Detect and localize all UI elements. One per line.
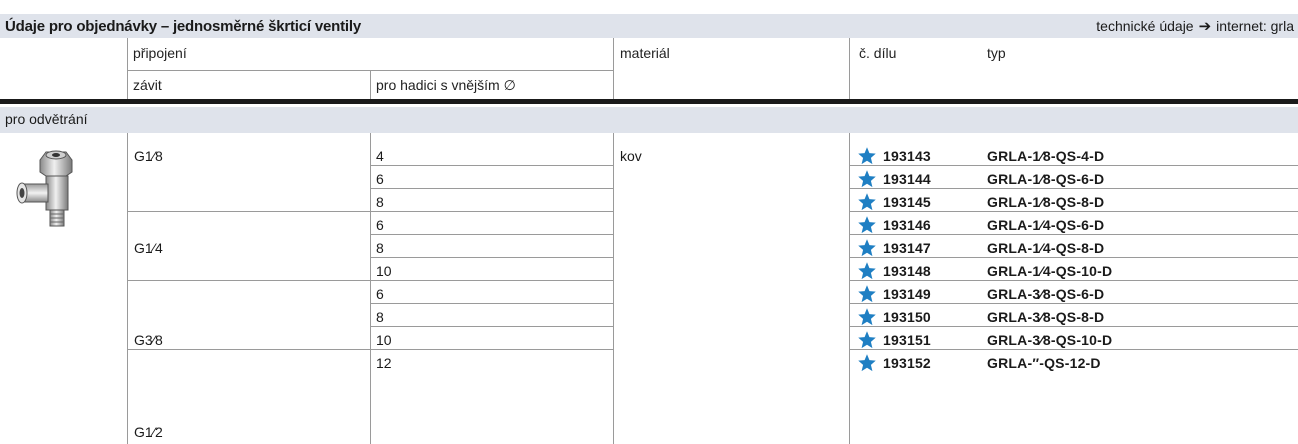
star-icon [858, 147, 876, 165]
part-number: 193143 [883, 148, 931, 164]
hose-diameter: 10 [376, 332, 392, 348]
divider [849, 257, 1298, 258]
part-number: 193149 [883, 286, 931, 302]
part-number: 193144 [883, 171, 931, 187]
divider [370, 133, 371, 444]
header-rule [0, 99, 1298, 104]
reference-prefix: technické údaje [1096, 18, 1194, 34]
part-number: 193152 [883, 355, 931, 371]
type-code: GRLA-1⁄4-QS-6-D [987, 217, 1105, 233]
col-connection: připojení [133, 45, 187, 61]
part-number: 193145 [883, 194, 931, 210]
type-code: GRLA-1⁄8-QS-8-D [987, 194, 1105, 210]
divider [370, 280, 613, 281]
divider [849, 38, 850, 99]
reference-link[interactable]: technické údaje ➔ internet: grla [1096, 17, 1294, 35]
divider [849, 349, 1298, 350]
part-number: 193146 [883, 217, 931, 233]
type-code: GRLA-1⁄4-QS-8-D [987, 240, 1105, 256]
star-icon [858, 239, 876, 257]
arrow-right-icon: ➔ [1198, 18, 1212, 35]
hose-diameter: 8 [376, 194, 384, 210]
divider [849, 211, 1298, 212]
thread-label: G1⁄2 [134, 424, 163, 440]
divider [127, 133, 128, 444]
col-type: typ [987, 45, 1006, 61]
divider [613, 133, 614, 444]
divider [849, 133, 850, 444]
divider [370, 70, 371, 99]
divider [370, 234, 613, 235]
thread-label: G1⁄8 [134, 148, 163, 164]
divider [370, 188, 613, 189]
divider [370, 165, 613, 166]
material-value: kov [620, 148, 642, 164]
col-thread: závit [133, 77, 162, 93]
hose-diameter: 8 [376, 240, 384, 256]
divider [370, 303, 613, 304]
type-code: GRLA-1⁄8-QS-6-D [987, 171, 1105, 187]
star-icon [858, 331, 876, 349]
type-code: GRLA-1⁄4-QS-10-D [987, 263, 1113, 279]
divider [127, 70, 613, 71]
col-part-no: č. dílu [859, 45, 897, 61]
hose-diameter: 4 [376, 148, 384, 164]
type-code: GRLA-″-QS-12-D [987, 355, 1101, 371]
divider [849, 165, 1298, 166]
group-row: pro odvětrání [0, 107, 1298, 133]
divider [613, 38, 614, 99]
divider [849, 234, 1298, 235]
type-code: GRLA-1⁄8-QS-4-D [987, 148, 1105, 164]
divider [370, 349, 613, 350]
divider [849, 303, 1298, 304]
part-number: 193151 [883, 332, 931, 348]
hose-diameter: 8 [376, 309, 384, 325]
title-bar: Údaje pro objednávky – jednosměrné škrti… [0, 14, 1298, 38]
col-material: materiál [620, 45, 670, 61]
hose-diameter: 12 [376, 355, 392, 371]
divider [127, 349, 370, 350]
part-number: 193147 [883, 240, 931, 256]
group-label: pro odvětrání [5, 111, 88, 127]
divider [370, 211, 613, 212]
star-icon [858, 193, 876, 211]
hose-diameter: 10 [376, 263, 392, 279]
divider [849, 188, 1298, 189]
divider [849, 326, 1298, 327]
ordering-data-sheet: Údaje pro objednávky – jednosměrné škrti… [0, 0, 1298, 444]
part-number: 193150 [883, 309, 931, 325]
divider [127, 38, 128, 99]
divider [370, 326, 613, 327]
divider [849, 280, 1298, 281]
star-icon [858, 354, 876, 372]
page-title: Údaje pro objednávky – jednosměrné škrti… [5, 17, 361, 35]
star-icon [858, 170, 876, 188]
type-code: GRLA-3⁄8-QS-8-D [987, 309, 1105, 325]
one-way-flow-control-valve-image [16, 150, 73, 227]
reference-suffix: internet: grla [1216, 18, 1294, 34]
star-icon [858, 262, 876, 280]
star-icon [858, 216, 876, 234]
thread-label: G1⁄4 [134, 240, 163, 256]
hose-diameter: 6 [376, 286, 384, 302]
divider [127, 280, 370, 281]
hose-diameter: 6 [376, 217, 384, 233]
star-icon [858, 285, 876, 303]
hose-diameter: 6 [376, 171, 384, 187]
type-code: GRLA-3⁄8-QS-6-D [987, 286, 1105, 302]
divider [370, 257, 613, 258]
divider [127, 211, 370, 212]
thread-label: G3⁄8 [134, 332, 163, 348]
part-number: 193148 [883, 263, 931, 279]
col-hose: pro hadici s vnějším ∅ [376, 77, 516, 93]
type-code: GRLA-3⁄8-QS-10-D [987, 332, 1113, 348]
star-icon [858, 308, 876, 326]
